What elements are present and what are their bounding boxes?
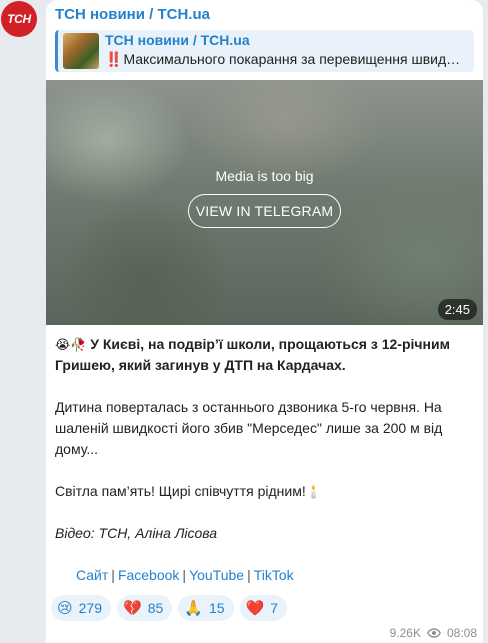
- double-exclamation-icon: ‼️: [105, 51, 122, 67]
- link-site[interactable]: Сайт: [76, 567, 108, 583]
- video-duration: 2:45: [437, 299, 477, 320]
- post-lead: 😭🥀 У Києві, на подвір’ї школи, прощаютьс…: [55, 334, 475, 376]
- reactions-bar: 😢 279 💔 85 🙏 15 ❤️ 7: [51, 595, 288, 621]
- reply-title: ТСН новини / TCH.ua: [105, 32, 250, 48]
- red-heart-icon: ❤️: [245, 600, 265, 617]
- folded-hands-icon: 🙏: [184, 600, 203, 617]
- reaction-crying[interactable]: 😢 279: [51, 595, 111, 621]
- candle-icon: 🕯️: [305, 484, 322, 499]
- link-tiktok[interactable]: TikTok: [254, 567, 294, 583]
- reaction-heart[interactable]: ❤️ 7: [239, 595, 288, 621]
- post-condolence-text: Світла пам’ять! Щирі співчуття рідним!: [55, 483, 306, 499]
- link-separator: |: [111, 567, 115, 583]
- reaction-broken-heart[interactable]: 💔 85: [117, 595, 173, 621]
- broken-heart-icon: 💔: [123, 600, 142, 617]
- reply-text: ‼️ Максимального покарання за перевищення…: [105, 51, 471, 68]
- link-separator: |: [247, 567, 251, 583]
- reaction-pray[interactable]: 🙏 15: [178, 595, 234, 621]
- post-condolence: Світла пам’ять! Щирі співчуття рідним!🕯️: [55, 481, 475, 502]
- link-separator: |: [182, 567, 187, 583]
- post-body: Дитина поверталась з останнього дзвоника…: [55, 399, 443, 457]
- reply-preview[interactable]: ТСН новини / TCH.ua ‼️ Максимального пока…: [55, 30, 474, 72]
- view-count: 9.26K: [389, 626, 421, 640]
- channel-name[interactable]: ТСН новини / TCH.ua: [55, 6, 210, 23]
- media-note: Media is too big: [215, 168, 314, 184]
- post-text: 😭🥀 У Києві, на подвір’ї школи, прощаютьс…: [55, 334, 475, 544]
- reaction-count: 85: [147, 600, 164, 616]
- view-in-telegram-button[interactable]: VIEW IN TELEGRAM: [188, 194, 341, 228]
- reaction-count: 279: [78, 600, 102, 616]
- crying-rose-emoji-icon: 😭🥀: [55, 337, 87, 352]
- message-time: 08:08: [446, 626, 477, 640]
- link-facebook[interactable]: Facebook: [118, 567, 179, 583]
- video-media[interactable]: Media is too big VIEW IN TELEGRAM 2:45: [46, 80, 483, 325]
- message-meta: 9.26K 08:08: [390, 626, 477, 640]
- post-credit: Відео: ТСН, Аліна Лісова: [55, 525, 218, 541]
- post-lead-text: У Києві, на подвір’ї школи, прощаються з…: [55, 336, 450, 373]
- reply-text-content: Максимального покарання за перевищення ш…: [123, 51, 461, 67]
- reaction-count: 15: [208, 600, 225, 616]
- crying-face-icon: 😢: [57, 600, 73, 617]
- footer-links: Сайт | Facebook | YouTube | TikTok: [76, 567, 294, 583]
- eye-icon: [426, 628, 441, 638]
- channel-avatar[interactable]: ТСН: [1, 1, 37, 37]
- reaction-count: 7: [270, 600, 279, 616]
- reply-thumbnail: [63, 33, 99, 69]
- link-youtube[interactable]: YouTube: [189, 567, 244, 583]
- message-bubble: ТСН новини / TCH.ua ТСН новини / TCH.ua …: [46, 0, 483, 643]
